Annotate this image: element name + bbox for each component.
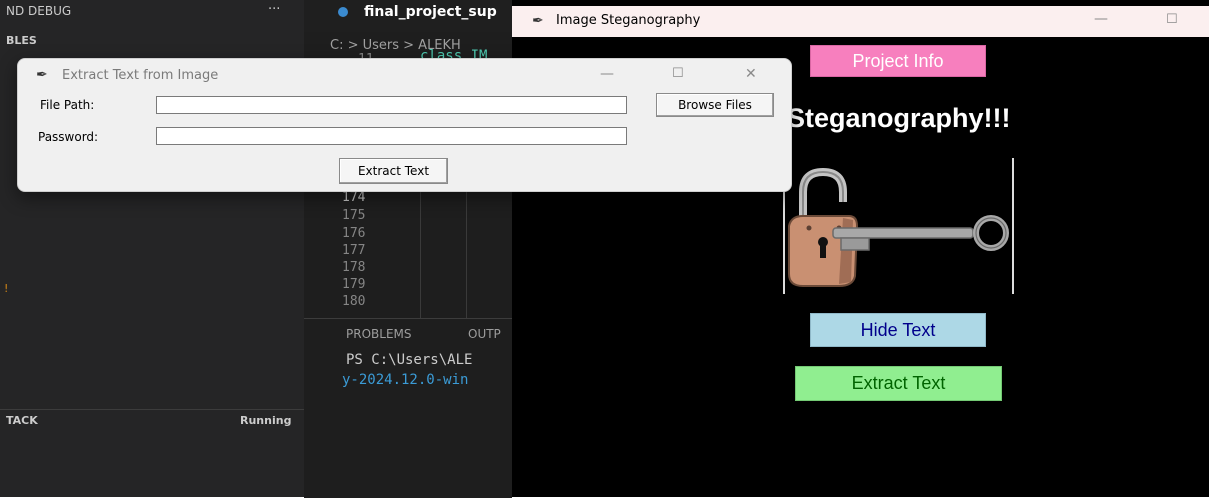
line-number: 174	[342, 190, 366, 205]
lock-key-image	[783, 158, 1016, 294]
minimize-button[interactable]: —	[600, 66, 614, 82]
line-number: 175	[342, 208, 366, 223]
password-input[interactable]	[156, 127, 627, 145]
extract-text-dialog-button[interactable]: Extract Text	[339, 158, 448, 184]
terminal-line: y-2024.12.0-win	[342, 372, 469, 388]
warning-mark: !	[4, 282, 9, 295]
python-file-icon	[338, 7, 348, 17]
maximize-button[interactable]: ☐	[1166, 12, 1178, 27]
indent-guide	[420, 190, 421, 318]
extract-text-button[interactable]: Extract Text	[795, 366, 1002, 401]
line-number: 178	[342, 260, 366, 275]
feather-icon: ✒	[532, 13, 544, 29]
close-button[interactable]: ✕	[745, 66, 757, 82]
password-label: Password:	[38, 130, 99, 144]
hide-text-button[interactable]: Hide Text	[810, 313, 986, 347]
steganography-title: Image Steganography	[556, 13, 701, 28]
editor-tab-label[interactable]: final_project_sup	[364, 4, 497, 20]
callstack-section-label[interactable]: TACK	[6, 414, 38, 427]
app-heading: Steganography!!!	[787, 103, 1011, 133]
editor-tab-bar: final_project_sup	[304, 0, 512, 32]
line-number: 176	[342, 226, 366, 241]
more-actions-icon[interactable]: ···	[268, 2, 280, 17]
line-number: 179	[342, 277, 366, 292]
minimize-button[interactable]: —	[1094, 11, 1108, 27]
section-divider	[0, 409, 304, 410]
lock-key-icon	[788, 167, 1009, 287]
bottom-panel: PROBLEMS OUTP PS C:\Users\ALE y-2024.12.…	[304, 318, 512, 498]
steganography-titlebar[interactable]: ✒ Image Steganography — ☐	[512, 6, 1209, 37]
maximize-button[interactable]: ☐	[672, 66, 684, 81]
file-path-label: File Path:	[40, 98, 95, 112]
indent-guide	[466, 190, 467, 318]
terminal-line: PS C:\Users\ALE	[346, 352, 473, 368]
dialog-title: Extract Text from Image	[62, 68, 219, 83]
browse-files-button[interactable]: Browse Files	[656, 93, 774, 117]
extract-text-dialog: ✒ Extract Text from Image — ☐ ✕ File Pat…	[17, 58, 792, 192]
line-number: 177	[342, 243, 366, 258]
feather-icon: ✒	[36, 67, 48, 83]
sidebar-header: ND DEBUG	[6, 4, 72, 18]
project-info-button[interactable]: Project Info	[810, 45, 986, 77]
tab-output[interactable]: OUTP	[468, 327, 501, 341]
tab-problems[interactable]: PROBLEMS	[346, 327, 412, 341]
file-path-input[interactable]	[156, 96, 627, 114]
variables-section-label[interactable]: BLES	[6, 34, 37, 47]
callstack-status: Running	[240, 414, 292, 427]
line-number: 180	[342, 294, 366, 309]
